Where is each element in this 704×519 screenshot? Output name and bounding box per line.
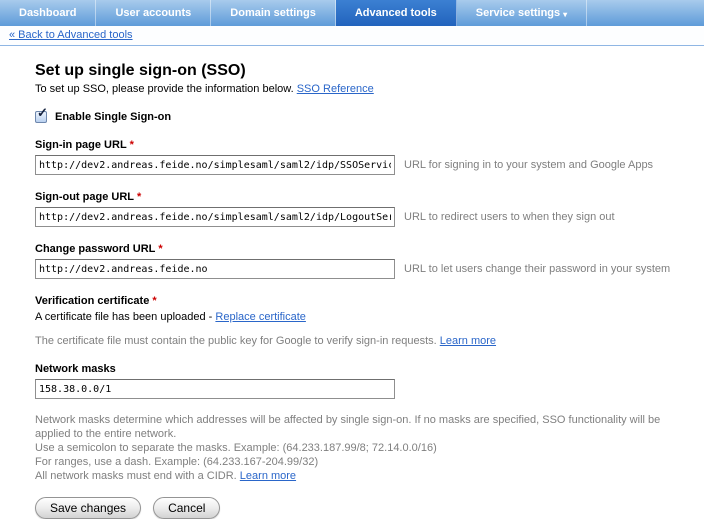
sign-in-url-hint: URL for signing in to your system and Go… xyxy=(404,159,653,171)
tab-advanced-tools[interactable]: Advanced tools xyxy=(336,0,457,26)
certificate-label: Verification certificate* xyxy=(35,295,704,307)
field-group-sign-out-url: Sign-out page URL* URL to redirect users… xyxy=(35,191,704,227)
checkmark-icon: ✓ xyxy=(37,105,48,121)
page-title: Set up single sign-on (SSO) xyxy=(35,62,704,80)
required-asterisk: * xyxy=(137,191,141,203)
network-masks-learn-more-link[interactable]: Learn more xyxy=(240,470,296,482)
cancel-button[interactable]: Cancel xyxy=(153,497,220,519)
required-asterisk: * xyxy=(158,243,162,255)
tab-domain-settings[interactable]: Domain settings xyxy=(211,0,336,26)
sign-out-url-input[interactable] xyxy=(35,207,395,227)
network-masks-label: Network masks xyxy=(35,363,704,375)
certificate-label-text: Verification certificate xyxy=(35,295,149,307)
field-group-change-password-url: Change password URL* URL to let users ch… xyxy=(35,243,704,279)
back-row: « Back to Advanced tools xyxy=(0,26,704,46)
sso-setup-page: Dashboard User accounts Domain settings … xyxy=(0,0,704,519)
tab-service-settings-label: Service settings xyxy=(476,7,560,19)
network-masks-description: Network masks determine which addresses … xyxy=(35,413,695,483)
required-asterisk: * xyxy=(152,295,156,307)
change-password-url-input[interactable] xyxy=(35,259,395,279)
sign-in-url-input[interactable] xyxy=(35,155,395,175)
replace-certificate-link[interactable]: Replace certificate xyxy=(215,311,306,323)
sign-in-url-label: Sign-in page URL* xyxy=(35,139,704,151)
back-link[interactable]: « Back to Advanced tools xyxy=(9,29,133,41)
enable-sso-label: Enable Single Sign-on xyxy=(55,111,171,123)
sign-out-url-label-text: Sign-out page URL xyxy=(35,191,134,203)
field-group-sign-in-url: Sign-in page URL* URL for signing in to … xyxy=(35,139,704,175)
tab-dashboard[interactable]: Dashboard xyxy=(0,0,96,26)
field-group-network-masks: Network masks Network masks determine wh… xyxy=(35,363,704,483)
form-actions: Save changes Cancel xyxy=(35,497,704,519)
save-changes-button[interactable]: Save changes xyxy=(35,497,141,519)
page-subtitle: To set up SSO, please provide the inform… xyxy=(35,83,704,95)
tab-service-settings[interactable]: Service settings ▾ xyxy=(457,0,587,26)
certificate-status-line: A certificate file has been uploaded - R… xyxy=(35,311,704,323)
sign-out-url-label: Sign-out page URL* xyxy=(35,191,704,203)
certificate-status-text: A certificate file has been uploaded - xyxy=(35,311,212,323)
enable-sso-row: ✓ Enable Single Sign-on xyxy=(35,111,704,123)
sign-out-url-hint: URL to redirect users to when they sign … xyxy=(404,211,615,223)
certificate-learn-more-link[interactable]: Learn more xyxy=(440,335,496,347)
certificate-section: Verification certificate* A certificate … xyxy=(35,295,704,347)
network-masks-desc-line: Network masks determine which addresses … xyxy=(35,413,695,441)
network-masks-input[interactable] xyxy=(35,379,395,399)
subtitle-text: To set up SSO, please provide the inform… xyxy=(35,83,294,95)
main-content: Set up single sign-on (SSO) To set up SS… xyxy=(0,62,704,519)
network-masks-desc-line: All network masks must end with a CIDR. … xyxy=(35,469,695,483)
change-password-url-label: Change password URL* xyxy=(35,243,704,255)
tab-user-accounts[interactable]: User accounts xyxy=(96,0,211,26)
network-masks-label-text: Network masks xyxy=(35,363,116,375)
sso-reference-link[interactable]: SSO Reference xyxy=(297,83,374,95)
change-password-url-label-text: Change password URL xyxy=(35,243,155,255)
required-asterisk: * xyxy=(130,139,134,151)
enable-sso-checkbox[interactable]: ✓ xyxy=(35,111,47,123)
sign-in-url-label-text: Sign-in page URL xyxy=(35,139,127,151)
change-password-url-hint: URL to let users change their password i… xyxy=(404,263,670,275)
top-nav-tabbar: Dashboard User accounts Domain settings … xyxy=(0,0,704,26)
dropdown-arrow-icon: ▾ xyxy=(563,10,567,19)
network-masks-desc-line: For ranges, use a dash. Example: (64.233… xyxy=(35,455,695,469)
certificate-note: The certificate file must contain the pu… xyxy=(35,335,704,347)
network-masks-cidr-text: All network masks must end with a CIDR. xyxy=(35,470,237,482)
network-masks-desc-line: Use a semicolon to separate the masks. E… xyxy=(35,441,695,455)
certificate-note-text: The certificate file must contain the pu… xyxy=(35,335,437,347)
